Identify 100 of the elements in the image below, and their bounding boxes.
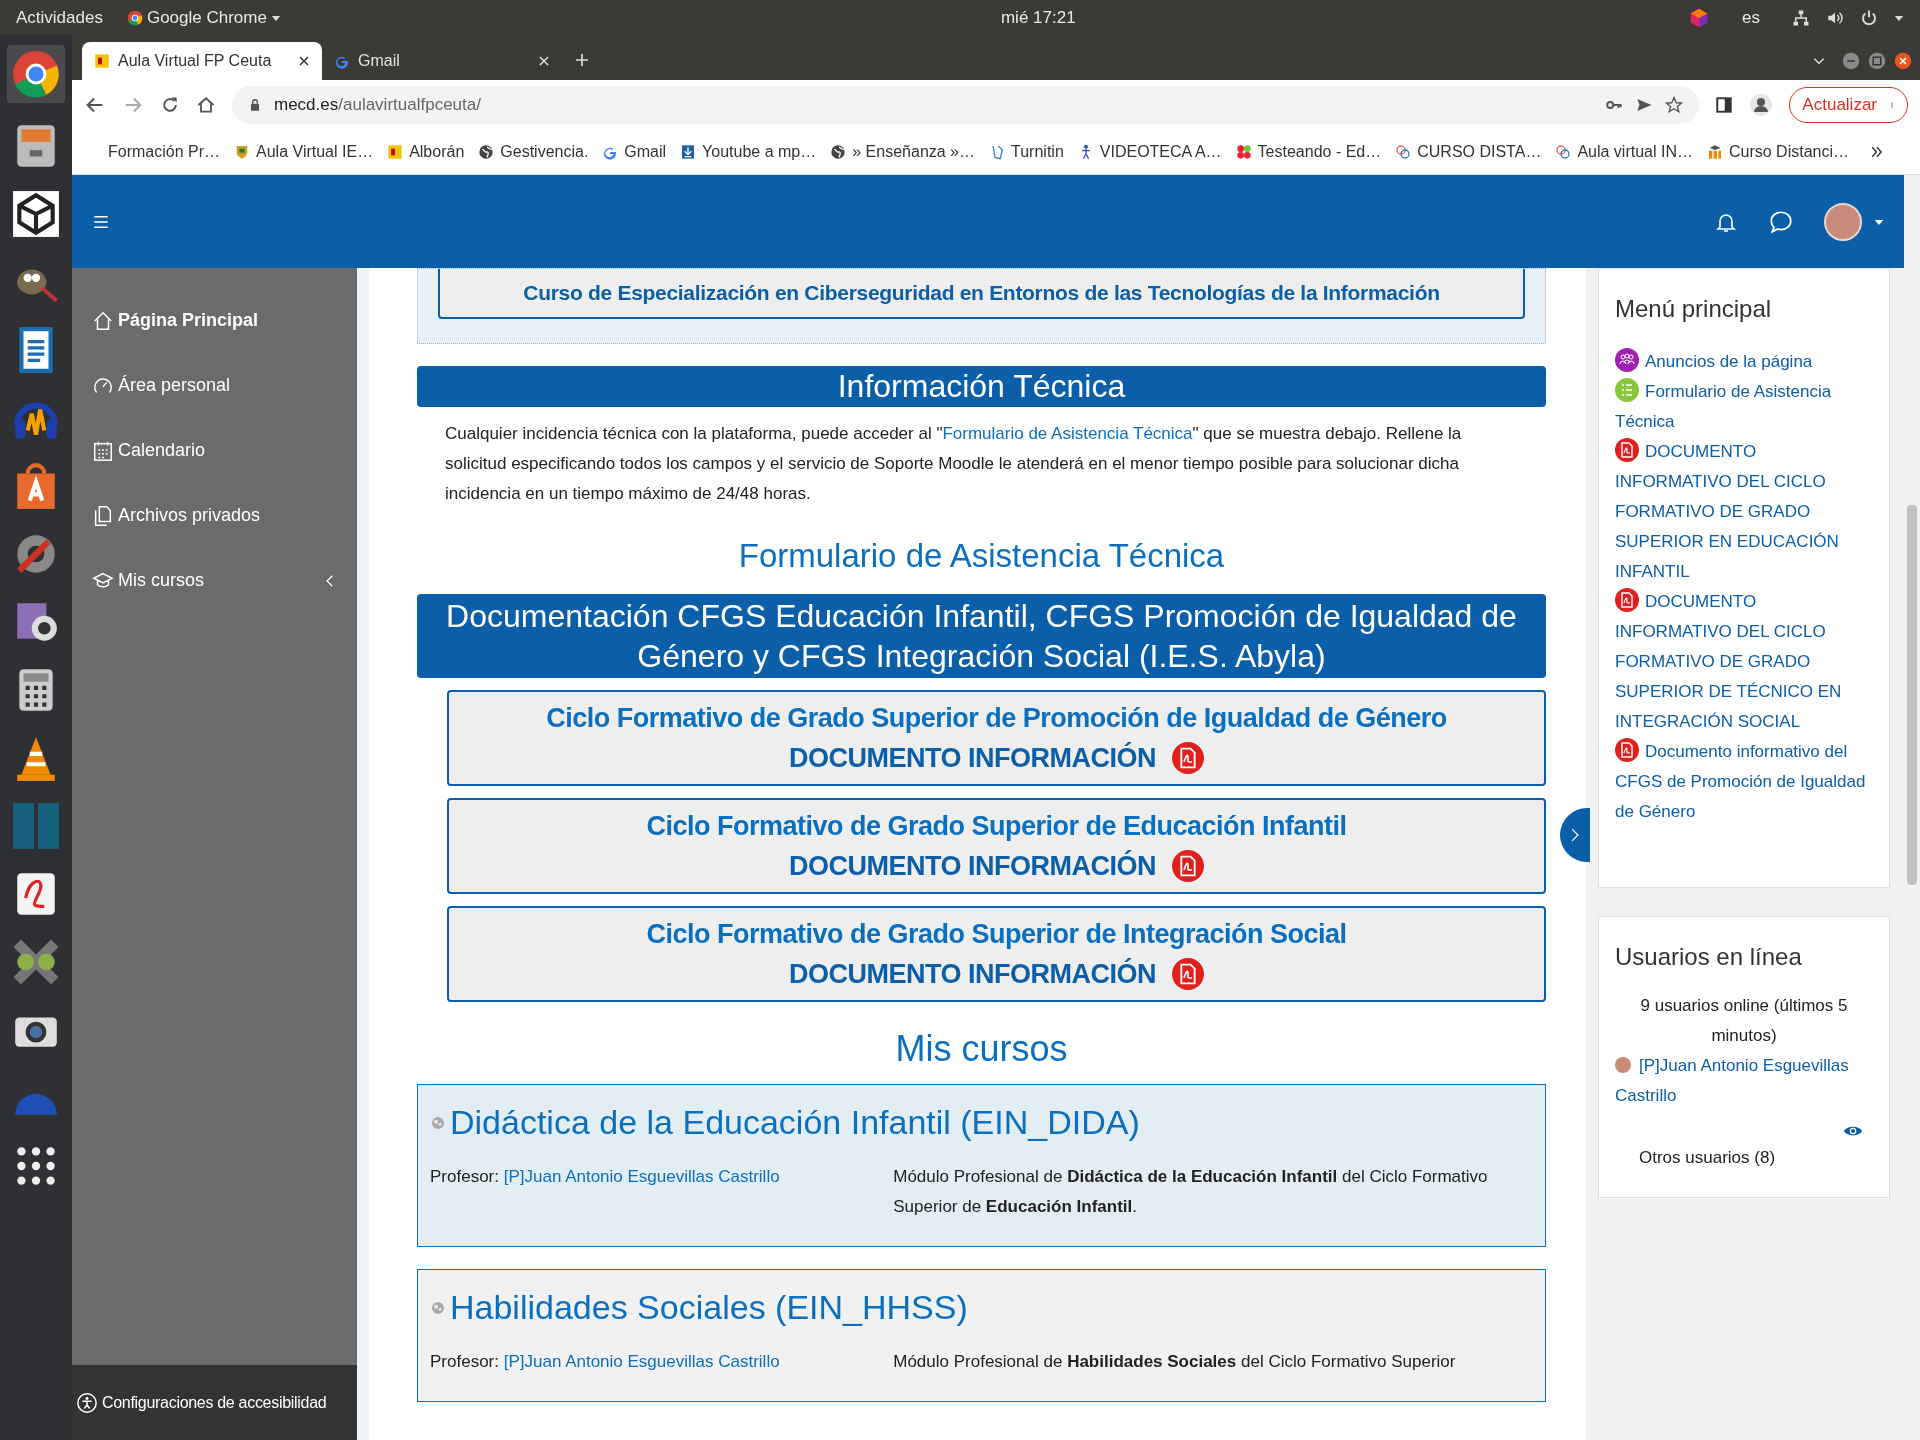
bookmark[interactable]: » Enseñanza »…	[830, 140, 975, 164]
block-title: Usuarios en línea	[1615, 942, 1803, 972]
crossed-e-icon[interactable]	[11, 937, 61, 987]
flag-icon	[387, 144, 404, 160]
flag-icon	[94, 53, 110, 69]
drawer-item[interactable]: Archivos privados	[92, 483, 337, 548]
four-dots-icon	[1235, 144, 1252, 160]
pdf-icon	[1172, 742, 1204, 774]
close-icon[interactable]	[1894, 52, 1912, 70]
browser-icon[interactable]	[7, 45, 65, 103]
bookmark[interactable]: Testeando - Ed…	[1235, 140, 1382, 164]
menu-link[interactable]: Anuncios de la página	[1615, 347, 1873, 377]
pdf-icon	[1172, 958, 1204, 990]
checklist-icon	[1615, 378, 1639, 402]
calendar-icon	[92, 439, 114, 462]
bookmark[interactable]: Turnitin	[989, 140, 1064, 164]
document-link[interactable]: DOCUMENTO INFORMACIÓN	[789, 738, 1204, 778]
section-heading: Documentación CFGS Educación Infantil, CFGS Promoción de Igualdad de Género y CFGS Integración Social (I.E.S. Abyla)	[417, 594, 1546, 678]
bookmark[interactable]: Curso Distanci…	[1706, 140, 1849, 164]
bookmark[interactable]: Gmail	[602, 140, 667, 164]
other-users-count: Otros usuarios (8)	[1638, 1147, 1777, 1169]
menu-link[interactable]: DOCUMENTO INFORMATIVO DEL CICLO FORMATIVO DE GRADO SUPERIOR DE TÉCNICO EN INTEGRACIÓN SOCIAL	[1615, 587, 1873, 737]
teacher-link[interactable]: [P]Juan Antonio Esguevillas Castrillo	[503, 1167, 780, 1186]
drawer-item[interactable]: Área personal	[92, 353, 337, 418]
home-icon	[92, 309, 114, 332]
bookmark[interactable]: VIDEOTECA A…	[1077, 140, 1222, 164]
accessibility-settings-link[interactable]: Configuraciones de accesibilidad	[72, 1365, 357, 1440]
course-icon	[430, 1299, 446, 1316]
power-icon[interactable]	[1860, 8, 1878, 27]
info-paragraph: Cualquier incidencia técnica con la plataforma, puede acceder al "Formulario de Asistencia Técnica" que se muestra debajo. Rellene la solicitud especificando todos los campos y el servicio de Soporte Moodle le atenderá en el menor tiempo posible para solucionar dicha incidencia en un tiempo máximo de 24/48 horas.	[444, 422, 1463, 505]
document-title-link[interactable]: Ciclo Formativo de Grado Superior de Integración Social	[646, 914, 1347, 954]
block-title: Menú principal	[1615, 294, 1773, 324]
document-link[interactable]: DOCUMENTO INFORMACIÓN	[789, 954, 1204, 994]
drawer-item[interactable]: Mis cursos	[92, 548, 337, 613]
lock-icon	[248, 98, 262, 112]
files-icon	[92, 504, 114, 527]
clock[interactable]: mié 17:21	[1000, 4, 1076, 31]
drawer-item[interactable]: Calendario	[92, 418, 337, 483]
course-summary: Módulo Profesional de Habilidades Sociales del Ciclo Formativo Superior	[893, 1351, 1457, 1373]
pdf-icon	[1615, 588, 1639, 612]
reload-icon[interactable]	[160, 95, 180, 115]
course-title-link[interactable]: Didáctica de la Educación Infantil (EIN_DIDA)	[430, 1097, 1533, 1148]
profile-icon[interactable]	[1749, 93, 1774, 117]
network-icon[interactable]	[1792, 8, 1810, 27]
teacher-line: Profesor: [P]Juan Antonio Esguevillas Castrillo	[430, 1166, 781, 1188]
online-summary: 9 usuarios online (últimos 5 minutos)	[1639, 995, 1849, 1047]
hat-m-icon	[1706, 144, 1723, 160]
address-bar[interactable]: mecd.es/aulavirtualfpceuta/	[232, 86, 1700, 124]
maximize-icon[interactable]	[1868, 52, 1886, 70]
pdf-icon	[1615, 438, 1639, 462]
menu-link[interactable]: DOCUMENTO INFORMATIVO DEL CICLO FORMATIVO DE GRADO SUPERIOR EN EDUCACIÓN INFANTIL	[1615, 437, 1873, 587]
bookmark[interactable]: Gestivencia.	[478, 140, 589, 164]
bookmark[interactable]: CURSO DISTA…	[1395, 140, 1542, 164]
language-menu[interactable]: es	[1742, 4, 1760, 31]
section-heading: Información Técnica	[417, 365, 1546, 407]
new-tab-icon[interactable]	[574, 52, 590, 68]
bookmark[interactable]: Youtube a mp…	[680, 140, 817, 164]
bookmark[interactable]: Aula virtual IN…	[1555, 140, 1693, 164]
globe-icon	[830, 144, 847, 160]
document-title-link[interactable]: Ciclo Formativo de Grado Superior de Educación Infantil	[646, 806, 1347, 846]
bookmark[interactable]: Alborán	[387, 140, 465, 164]
browser-tab[interactable]: Gmail	[322, 42, 562, 80]
browser-icon	[126, 9, 143, 26]
menu-link[interactable]: Formulario de Asistencia Técnica	[1615, 377, 1873, 437]
cube-outline-icon[interactable]	[11, 189, 61, 239]
people-icon	[1615, 348, 1639, 372]
pdf-icon	[1172, 850, 1204, 882]
teacher-link[interactable]: [P]Juan Antonio Esguevillas Castrillo	[503, 1352, 780, 1371]
user-link[interactable]: [P]Juan Antonio Esguevillas Castrillo	[1615, 1051, 1873, 1111]
browser-tab[interactable]: Aula Virtual FP Ceuta	[82, 42, 322, 80]
avatar	[1615, 1057, 1631, 1073]
chevron-double-right-icon[interactable]	[1870, 145, 1884, 159]
scrollbar[interactable]	[1904, 175, 1920, 1440]
document-link[interactable]: DOCUMENTO INFORMACIÓN	[789, 846, 1204, 886]
section-heading: Formulario de Asistencia Técnica	[737, 535, 1226, 576]
minimize-icon[interactable]	[1842, 52, 1860, 70]
teacher-line: Profesor: [P]Juan Antonio Esguevillas Castrillo	[430, 1351, 781, 1373]
accessibility-icon	[76, 1391, 98, 1414]
chat-bubble-icon[interactable]	[1768, 208, 1794, 235]
close-icon[interactable]	[298, 55, 310, 67]
pdf-icon	[1615, 738, 1639, 762]
app-menu[interactable]: Google Chrome	[126, 4, 281, 31]
bookmark[interactable]: Aula Virtual IE…	[234, 140, 374, 164]
drawer-item[interactable]: Página Principal	[92, 288, 337, 353]
bookmark[interactable]: Formación Pr…	[108, 140, 221, 164]
course-summary: Módulo Profesional de Didáctica de la Educación Infantil del Ciclo Formativo Superior de Educación Infantil.	[893, 1166, 1489, 1218]
avatar[interactable]	[1824, 202, 1862, 241]
course-banner[interactable]: Curso de Especialización en Ciberseguridad en Entornos de las Tecnologías de la Información	[438, 269, 1525, 319]
course-icon	[430, 1114, 446, 1131]
menu-link[interactable]: Documento informativo del CFGS de Promoción de Igualdad de Género	[1615, 737, 1873, 827]
course-title-link[interactable]: Habilidades Sociales (EIN_HHSS)	[430, 1282, 1533, 1333]
side-panel-icon[interactable]	[1715, 96, 1734, 114]
home-icon[interactable]	[196, 95, 216, 115]
activities-button[interactable]: Actividades	[16, 4, 103, 31]
star-icon[interactable]	[1665, 96, 1684, 114]
globe-icon	[478, 144, 495, 160]
rings-icon	[1395, 144, 1412, 160]
document-title-link[interactable]: Ciclo Formativo de Grado Superior de Promoción de Igualdad de Género	[546, 698, 1447, 738]
form-link[interactable]: Formulario de Asistencia Técnica	[942, 423, 1193, 443]
rings-icon	[1555, 144, 1572, 160]
